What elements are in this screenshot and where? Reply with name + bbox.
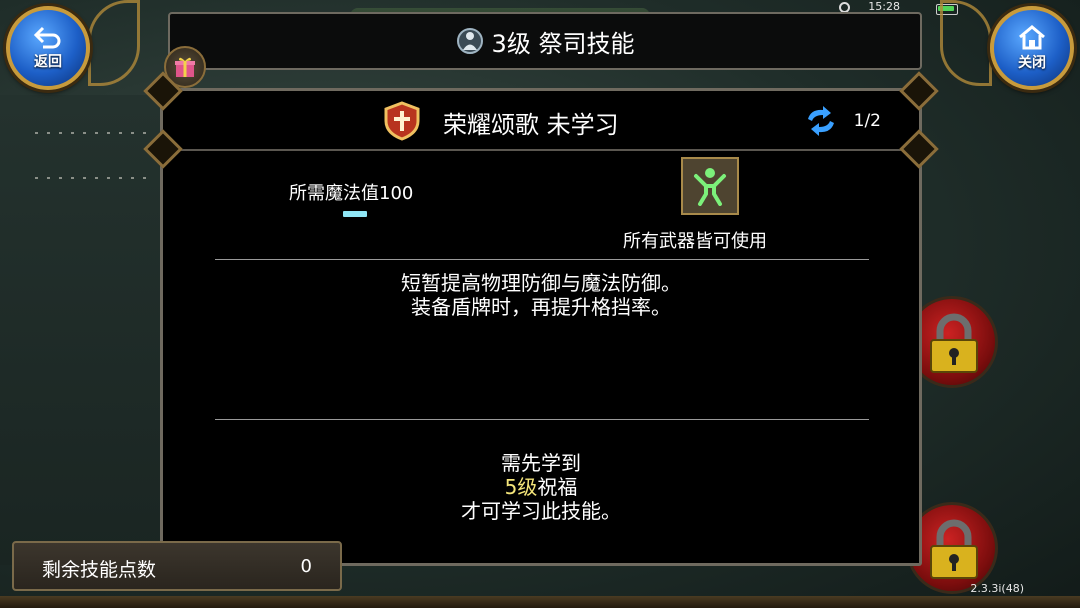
close-button[interactable]: 关闭 — [990, 6, 1074, 90]
prerequisite-skill-name: 祝福 — [537, 475, 578, 499]
skill-header: 荣耀颂歌 未学习 1/2 — [163, 91, 919, 151]
bottom-rail — [0, 596, 1080, 608]
back-arrow-icon — [33, 26, 61, 49]
prerequisite-skill-level: 5级 — [504, 475, 538, 499]
background-dotted-line — [35, 177, 155, 179]
divider — [215, 259, 869, 260]
prerequisite-line: 需先学到 — [501, 451, 581, 475]
divider — [215, 419, 869, 420]
page-title: 3级 祭司技能 — [491, 29, 635, 58]
description-line: 装备盾牌时，再提升格挡率。 — [411, 295, 671, 319]
refresh-arrows-icon[interactable] — [803, 105, 839, 137]
lock-icon — [930, 519, 978, 579]
priest-class-icon — [456, 28, 483, 54]
weapon-figure-icon — [694, 168, 726, 206]
close-button-label: 关闭 — [1018, 55, 1046, 71]
version-label: 2.3.3i(48) — [970, 582, 1024, 595]
mana-requirement: 所需魔法值100 — [289, 183, 414, 204]
home-icon — [1019, 25, 1045, 50]
back-button-label: 返回 — [34, 54, 62, 70]
shield-skill-icon — [384, 101, 420, 141]
skill-points-panel: 剩余技能点数 0 — [12, 541, 342, 591]
mana-bar — [343, 211, 367, 217]
title-bar: 3级 祭司技能 — [168, 12, 922, 70]
prerequisite: 需先学到 5级祝福 才可学习此技能。 — [163, 451, 919, 523]
skill-detail-dialog: 荣耀颂歌 未学习 1/2 所需魔法值100 所有武器皆可使用 短暂提高物理防御与… — [143, 71, 939, 566]
skill-description: 短暂提高物理防御与魔法防御。 装备盾牌时，再提升格挡率。 — [163, 271, 919, 319]
background-side-panel — [0, 95, 173, 565]
skill-points-value: 0 — [300, 556, 312, 577]
lock-icon — [930, 313, 978, 373]
prerequisite-skill: 5级祝福 — [163, 475, 919, 499]
background-dotted-line — [35, 132, 155, 134]
prerequisite-line: 才可学习此技能。 — [461, 499, 621, 523]
description-line: 短暂提高物理防御与魔法防御。 — [401, 271, 681, 295]
skill-points-label: 剩余技能点数 — [42, 559, 157, 581]
weapon-type-badge — [681, 157, 739, 215]
page-indicator: 1/2 — [853, 111, 881, 131]
gift-icon — [175, 57, 195, 77]
weapon-requirement: 所有武器皆可使用 — [623, 231, 767, 252]
skill-name: 荣耀颂歌 未学习 — [443, 111, 619, 139]
back-button[interactable]: 返回 — [6, 6, 90, 90]
